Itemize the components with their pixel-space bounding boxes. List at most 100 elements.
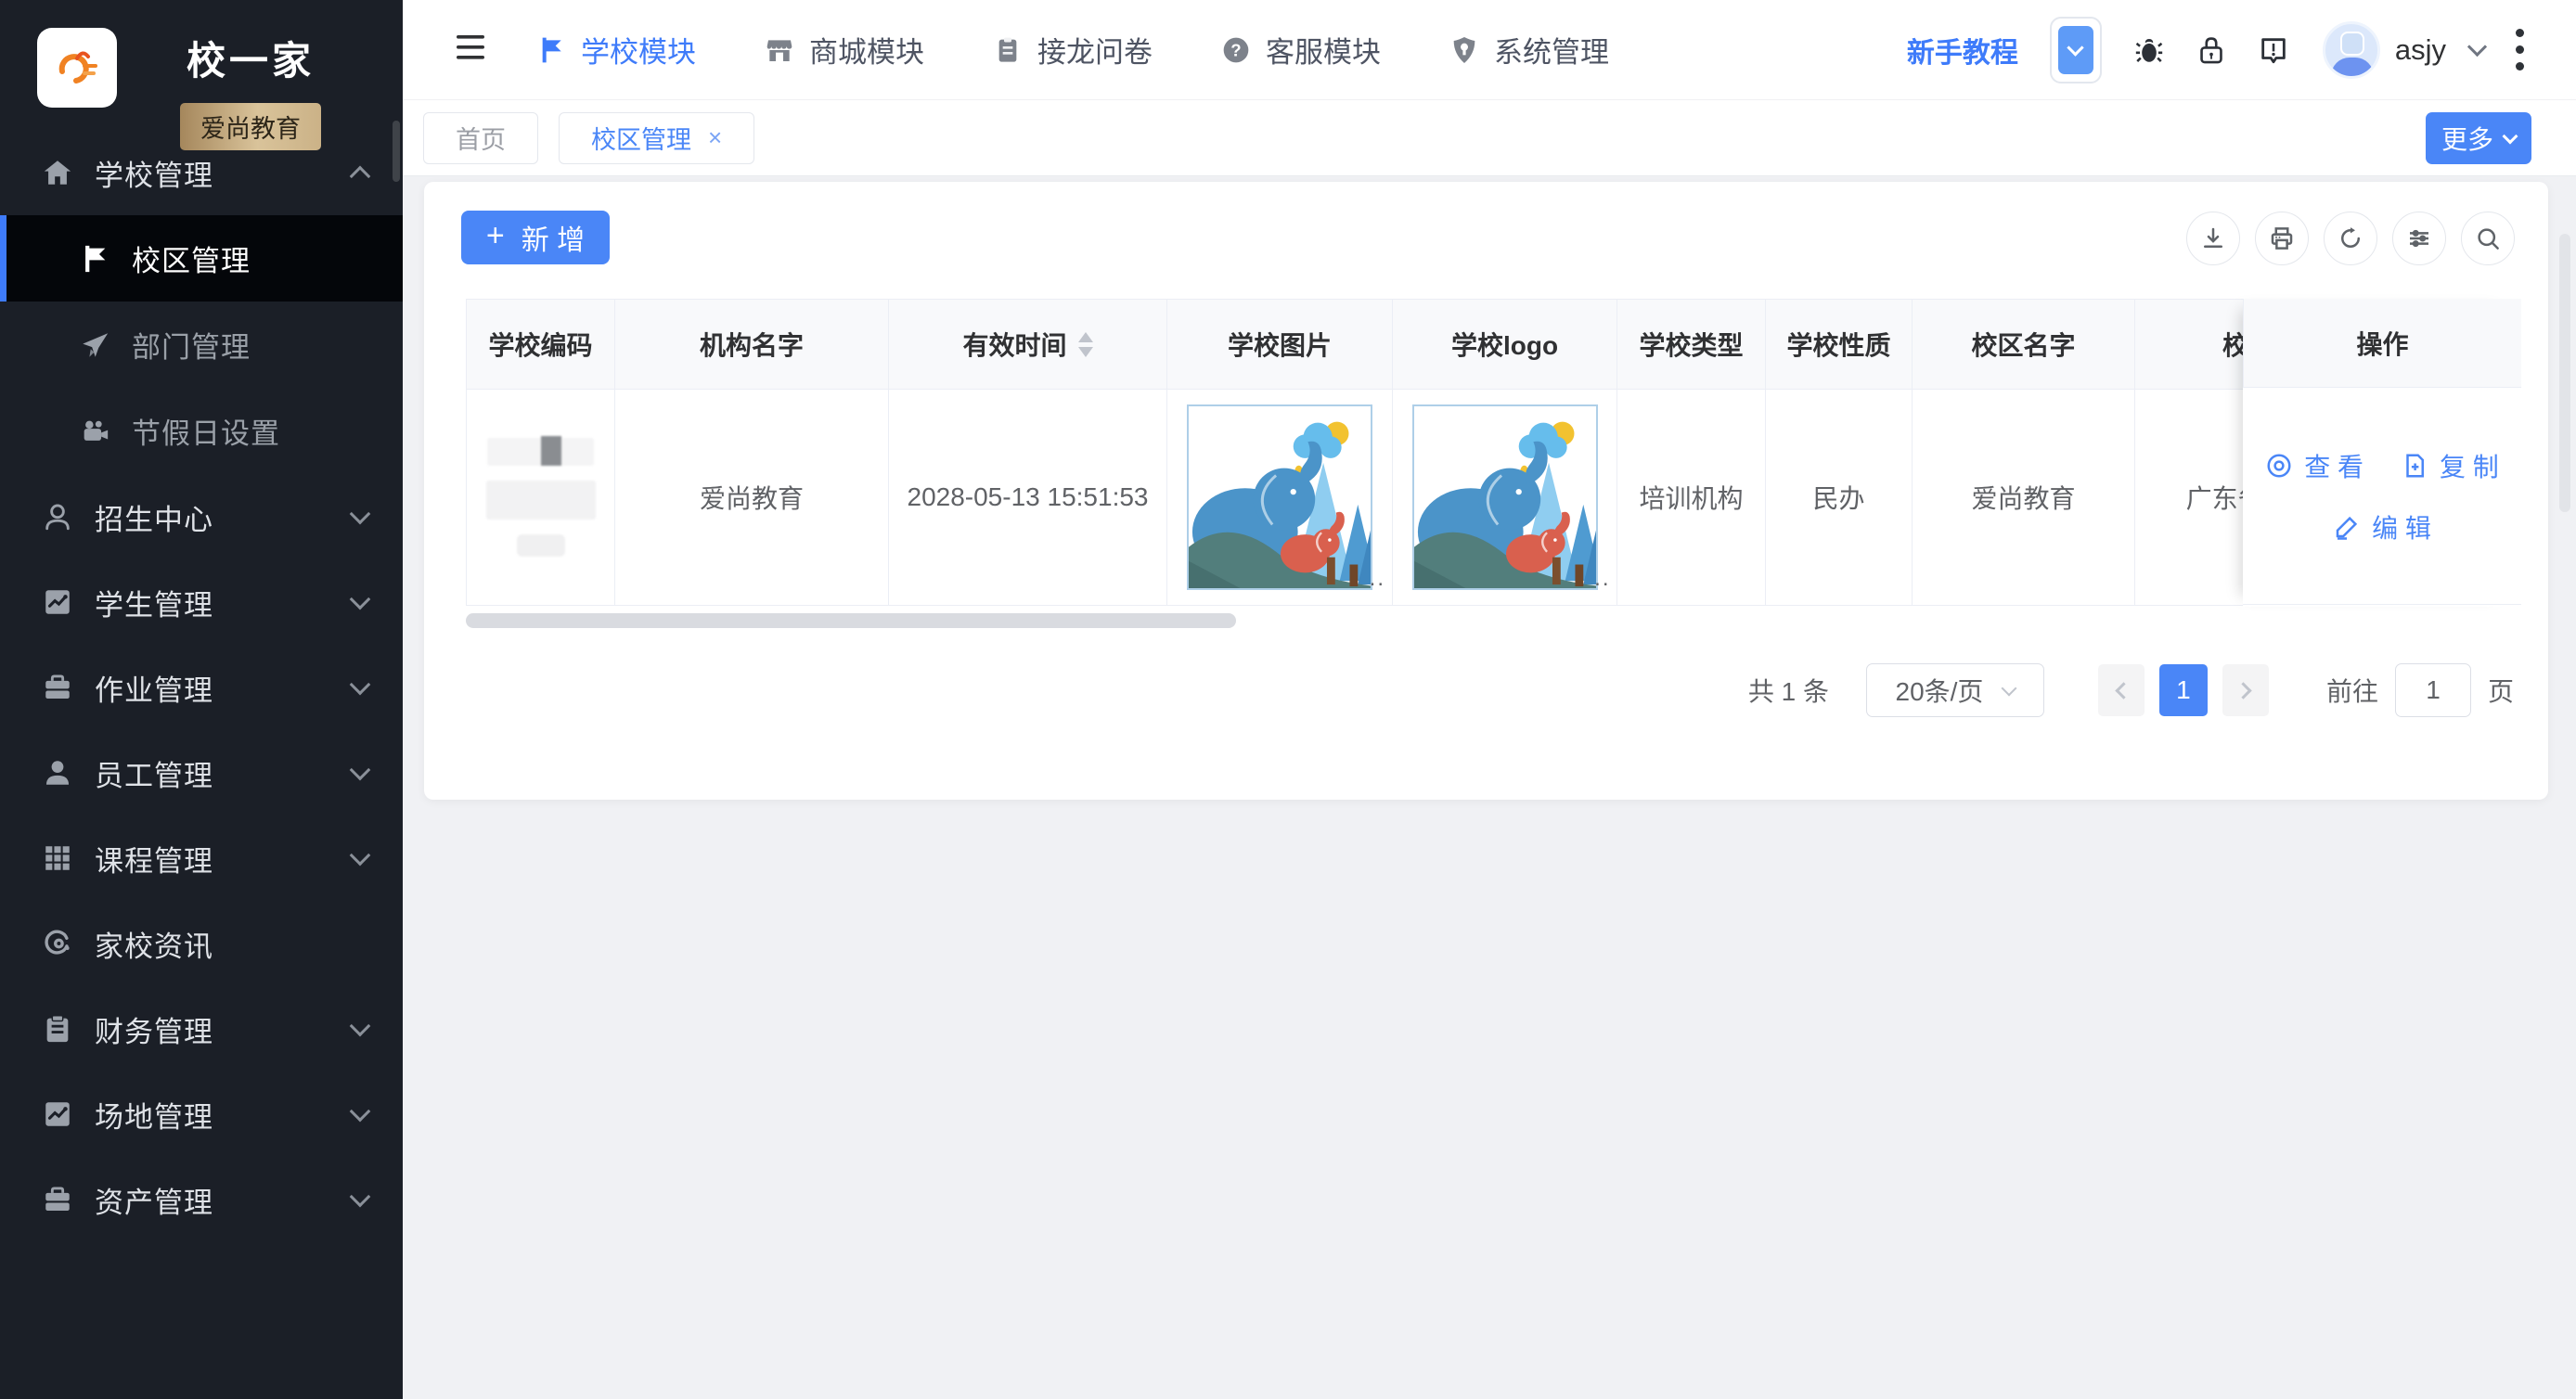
sidebar-item-department-management[interactable]: 部门管理 [0,302,403,388]
cell-school-type: 培训机构 [1617,390,1766,605]
kebab-menu-icon[interactable] [2516,29,2524,71]
prev-page-button[interactable] [2098,664,2145,716]
brand-logo [37,28,117,108]
goto-page-input[interactable] [2395,663,2471,717]
briefcase-icon [41,671,74,704]
scrollbar-thumb[interactable] [466,613,1236,628]
quick-dropdown-button[interactable] [2050,17,2102,83]
nav-support-module[interactable]: ? 客服模块 [1221,29,1381,71]
cell-school-logo: .. [1393,390,1617,605]
window-scrollbar[interactable] [2559,234,2570,512]
view-link[interactable]: 查 看 [2265,447,2363,484]
briefcase-icon [41,1183,74,1216]
sidebar-item-campus-management[interactable]: 校区管理 [0,215,403,302]
chevron-up-icon [350,166,371,187]
svg-text:?: ? [1230,40,1241,59]
sidebar-item-student-management[interactable]: 学生管理 [0,559,403,645]
sidebar-item-homework-management[interactable]: 作业管理 [0,645,403,730]
nav-questionnaire-module[interactable]: 接龙问卷 [993,29,1153,71]
chevron-down-icon [350,1016,371,1037]
topbar-right: 新手教程 asjy [1907,17,2524,83]
tab-bar: 首页 校区管理 × 更多 [403,100,2576,176]
user-outline-icon [41,500,74,533]
close-icon[interactable]: × [708,123,722,152]
col-school-image: 学校图片 [1167,300,1393,389]
questionnaire-icon [993,35,1023,65]
filter-settings-icon[interactable] [2392,212,2446,265]
hamburger-menu-icon[interactable] [457,33,488,66]
content-card: + 新 增 学校编码 机构名字 有效时间 [424,182,2548,800]
col-school-type: 学校类型 [1617,300,1766,389]
chevron-down-icon [2002,680,2017,696]
chevron-down-icon [350,845,371,866]
feedback-icon[interactable] [2258,34,2289,66]
topbar: 学校模块 商城模块 接龙问卷 ? 客服模块 系统管理 新手教程 [403,0,2576,100]
cell-valid-time: 2028-05-13 15:51:53 [889,390,1167,605]
help-icon: ? [1221,35,1251,65]
edit-link[interactable]: 编 辑 [2333,508,2431,545]
lock-icon[interactable] [2196,34,2226,66]
more-button[interactable]: 更多 [2426,112,2531,164]
shield-pin-icon [1449,35,1479,65]
pen-icon [2333,513,2361,541]
user-menu-chevron-icon[interactable] [2467,37,2487,57]
user-filled-icon [41,756,74,789]
tab-campus-management[interactable]: 校区管理 × [559,112,754,164]
nav-school-module[interactable]: 学校模块 [536,29,696,71]
sidebar-item-finance-management[interactable]: 财务管理 [0,986,403,1072]
tutorial-link[interactable]: 新手教程 [1907,30,2018,71]
app-title: 校一家 [187,30,315,86]
sidebar-item-staff-management[interactable]: 员工管理 [0,730,403,815]
col-school-nature: 学校性质 [1766,300,1913,389]
horizontal-scrollbar [466,613,2521,628]
operations-column: 操作 查 看 复 制 编 辑 [2243,299,2521,607]
total-count: 共 1 条 [1748,672,1829,709]
bug-report-icon[interactable] [2133,34,2165,66]
school-logo-thumbnail[interactable]: .. [1412,404,1598,590]
table-header-row: 学校编码 机构名字 有效时间 学校图片 学校logo 学校类型 学校性质 校区名… [467,300,2520,389]
refresh-icon[interactable] [2324,212,2377,265]
page-size-select[interactable]: 20条/页 [1866,663,2044,717]
sort-carets[interactable] [1078,332,1093,357]
col-school-logo: 学校logo [1393,300,1617,389]
home-icon [41,156,74,189]
pagination: 共 1 条 20条/页 1 前往 页 [1748,662,2514,718]
username: asjy [2395,33,2446,67]
campus-table: 学校编码 机构名字 有效时间 学校图片 学校logo 学校类型 学校性质 校区名… [466,299,2521,628]
plus-icon: + [486,218,505,254]
nav-system-module[interactable]: 系统管理 [1449,29,1609,71]
chevron-down-icon [350,504,371,525]
nav-mall-module[interactable]: 商城模块 [765,29,924,71]
sidebar-item-admissions-center[interactable]: 招生中心 [0,474,403,559]
search-icon[interactable] [2461,212,2515,265]
add-button[interactable]: + 新 增 [461,211,610,264]
cell-school-image: .. [1167,390,1393,605]
sidebar-item-course-management[interactable]: 课程管理 [0,815,403,901]
download-icon[interactable] [2186,212,2240,265]
send-icon [78,328,111,362]
cell-school-code [467,390,615,605]
sidebar-item-holiday-settings[interactable]: 节假日设置 [0,388,403,474]
flag-icon [78,242,111,276]
school-image-thumbnail[interactable]: .. [1187,404,1372,590]
page-number-1[interactable]: 1 [2159,664,2208,716]
col-org-name: 机构名字 [615,300,889,389]
avatar[interactable] [2323,21,2380,79]
copy-document-icon [2401,452,2428,480]
cell-campus-name: 爱尚教育 [1913,390,2135,605]
flag-icon [536,35,566,65]
next-page-button[interactable] [2222,664,2269,716]
printer-icon[interactable] [2255,212,2309,265]
trend-chart-icon [41,1097,74,1131]
chevron-right-icon [2235,682,2251,699]
brand: 校一家 爱尚教育 [0,0,403,150]
col-valid-time: 有效时间 [889,300,1167,389]
sidebar-item-asset-management[interactable]: 资产管理 [0,1157,403,1242]
sidebar-item-home-school-news[interactable]: 家校资讯 [0,901,403,986]
sidebar-item-venue-management[interactable]: 场地管理 [0,1072,403,1157]
clipboard-icon [41,1012,74,1046]
sidebar-item-school-management[interactable]: 学校管理 [0,130,403,215]
copy-link[interactable]: 复 制 [2401,447,2499,484]
tab-home[interactable]: 首页 [423,112,538,164]
col-campus-name: 校区名字 [1913,300,2135,389]
